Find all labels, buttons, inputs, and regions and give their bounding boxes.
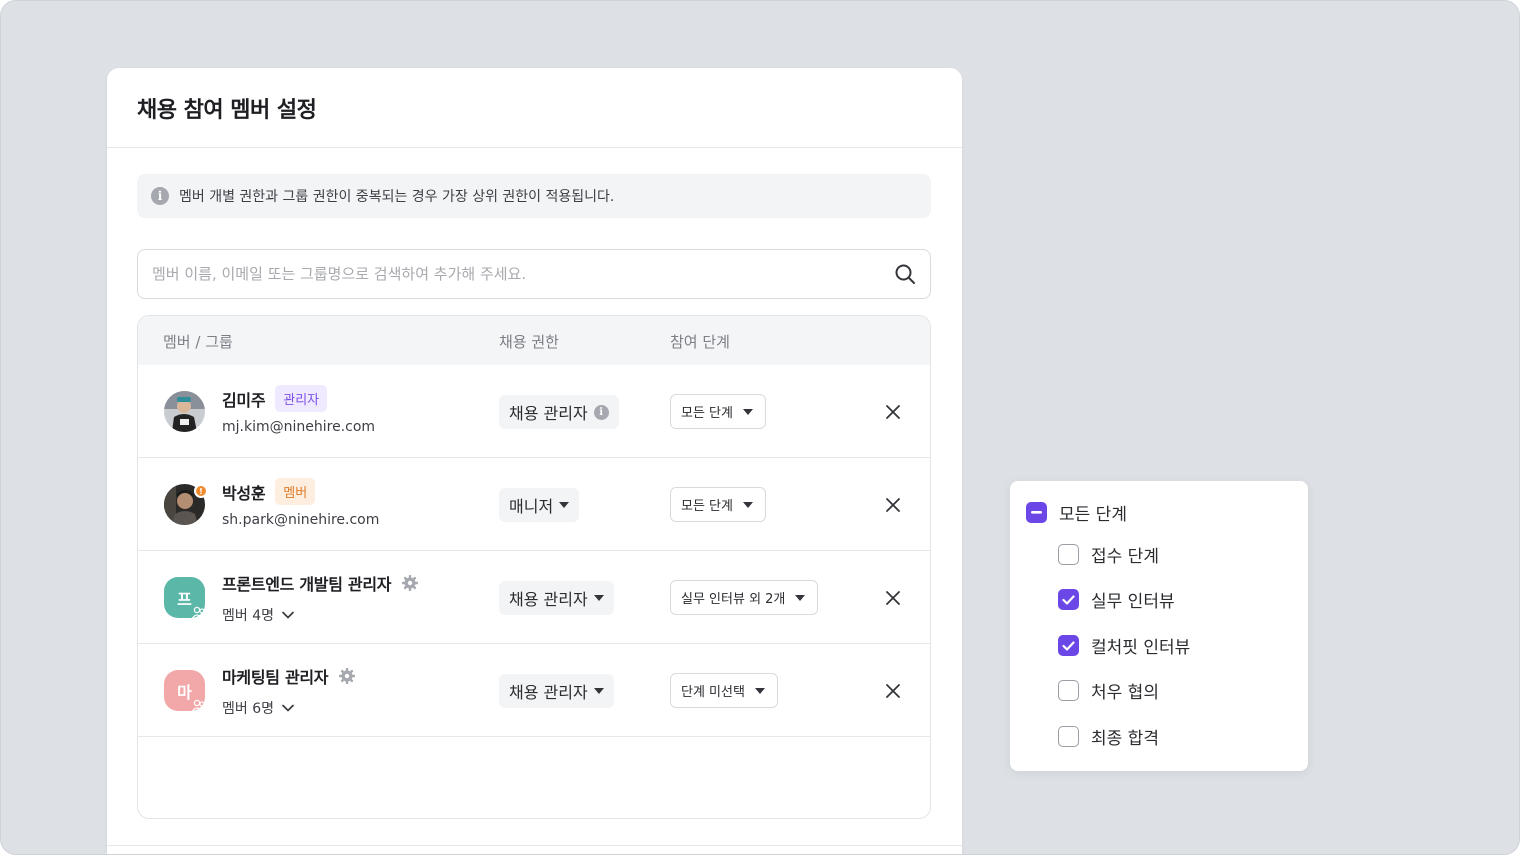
table-row: ! 박성훈 멤버 sh.park@ninehire.com 매니저 모든 단계: [138, 458, 930, 551]
member-search: [137, 249, 931, 299]
stage-option[interactable]: 처우 협의: [1058, 678, 1159, 703]
member-name: 박성훈: [222, 483, 266, 503]
role-label: 채용 관리자: [509, 404, 588, 423]
admin-badge: 관리자: [275, 385, 328, 412]
indeterminate-checkbox-icon[interactable]: [1026, 502, 1047, 523]
stage-select[interactable]: 모든 단계: [670, 394, 766, 429]
group-avatar-letter: 마: [177, 682, 192, 702]
stage-option-label: 컬처핏 인터뷰: [1091, 638, 1191, 658]
group-avatar-letter: 프: [177, 589, 192, 609]
caret-down-icon: [593, 688, 604, 694]
member-name-line: 김미주 관리자: [222, 385, 328, 412]
stage-dropdown-menu: 모든 단계 접수 단계 실무 인터뷰 컬처핏 인터뷰 처우 협의 최종 합격: [1010, 481, 1308, 771]
member-table: 멤버 / 그룹 채용 권한 참여 단계 김미주 관리자 mj.kim@nineh…: [137, 315, 931, 819]
search-input[interactable]: [152, 265, 894, 283]
member-email: sh.park@ninehire.com: [222, 512, 380, 528]
group-avatar: 프: [164, 577, 207, 619]
remove-icon[interactable]: [884, 589, 902, 607]
stage-option[interactable]: 컬처핏 인터뷰: [1058, 633, 1190, 658]
footer-divider: [107, 845, 962, 846]
app-frame: 채용 참여 멤버 설정 i 멤버 개별 권한과 그룹 권한이 중복되는 경우 가…: [0, 0, 1520, 855]
checked-checkbox-icon[interactable]: [1058, 589, 1079, 610]
stage-label: 단계 미선택: [681, 685, 745, 700]
stage-label: 모든 단계: [681, 499, 733, 514]
role-label: 매니저: [509, 497, 554, 516]
group-avatar: 마: [164, 670, 207, 712]
stage-option[interactable]: 최종 합격: [1058, 724, 1159, 749]
group-name-line: 마케팅팀 관리자: [222, 664, 356, 688]
remove-icon[interactable]: [884, 496, 902, 514]
notice-text: 멤버 개별 권한과 그룹 권한이 중복되는 경우 가장 상위 권한이 적용됩니다…: [179, 189, 615, 205]
stage-option-label: 처우 협의: [1091, 683, 1159, 703]
table-row: 김미주 관리자 mj.kim@ninehire.com 채용 관리자 i 모든 …: [138, 365, 930, 458]
checkbox-icon[interactable]: [1058, 544, 1079, 565]
header-stage: 참여 단계: [670, 333, 730, 351]
header-member: 멤버 / 그룹: [163, 333, 233, 351]
checkbox-icon[interactable]: [1058, 680, 1079, 701]
info-icon[interactable]: i: [593, 404, 609, 420]
member-name: 김미주: [222, 390, 266, 410]
stage-option-label: 모든 단계: [1059, 505, 1127, 525]
stage-option[interactable]: 실무 인터뷰: [1058, 587, 1175, 612]
table-row: 프 프론트엔드 개발팀 관리자 멤버 4명 채용 관리자 실무 인터뷰 외 2개: [138, 551, 930, 644]
caret-down-icon: [559, 502, 570, 508]
group-icon: [191, 699, 207, 712]
stage-label: 실무 인터뷰 외 2개: [681, 592, 786, 607]
member-count-label: 멤버 4명: [222, 608, 274, 624]
group-name: 마케팅팀 관리자: [222, 668, 329, 687]
caret-down-icon: [742, 501, 753, 508]
stage-select[interactable]: 실무 인터뷰 외 2개: [670, 580, 819, 615]
caret-down-icon: [795, 594, 806, 601]
info-icon: i: [151, 187, 169, 205]
caret-down-icon: [754, 687, 765, 694]
stage-label: 모든 단계: [681, 406, 733, 421]
search-icon[interactable]: [894, 263, 916, 285]
group-name: 프론트엔드 개발팀 관리자: [222, 575, 392, 594]
member-email: mj.kim@ninehire.com: [222, 419, 376, 435]
stage-option[interactable]: 접수 단계: [1058, 542, 1159, 567]
modal-title: 채용 참여 멤버 설정: [137, 97, 317, 123]
chevron-down-icon: [282, 704, 294, 712]
gear-icon[interactable]: [401, 574, 419, 592]
member-settings-modal: 채용 참여 멤버 설정 i 멤버 개별 권한과 그룹 권한이 중복되는 경우 가…: [107, 68, 962, 854]
stage-option-all[interactable]: 모든 단계: [1026, 500, 1127, 525]
group-icon: [191, 606, 207, 619]
permission-notice: i 멤버 개별 권한과 그룹 권한이 중복되는 경우 가장 상위 권한이 적용됩…: [137, 174, 931, 218]
chevron-down-icon: [282, 611, 294, 619]
caret-down-icon: [593, 595, 604, 601]
remove-icon[interactable]: [884, 682, 902, 700]
stage-select[interactable]: 단계 미선택: [670, 673, 778, 708]
checked-checkbox-icon[interactable]: [1058, 635, 1079, 656]
role-label: 채용 관리자: [509, 590, 588, 609]
role-select[interactable]: 채용 관리자: [499, 674, 614, 708]
alert-badge-icon: !: [194, 484, 208, 498]
stage-option-label: 최종 합격: [1091, 729, 1159, 749]
stage-option-label: 실무 인터뷰: [1091, 592, 1175, 612]
group-name-line: 프론트엔드 개발팀 관리자: [222, 571, 419, 595]
member-name-line: 박성훈 멤버: [222, 478, 316, 505]
role-select[interactable]: 채용 관리자: [499, 581, 614, 615]
table-header: 멤버 / 그룹 채용 권한 참여 단계: [138, 316, 930, 365]
remove-icon[interactable]: [884, 403, 902, 421]
member-count-label: 멤버 6명: [222, 701, 274, 717]
group-member-count[interactable]: 멤버 4명: [222, 605, 294, 625]
role-display: 채용 관리자 i: [499, 395, 619, 429]
stage-select[interactable]: 모든 단계: [670, 487, 766, 522]
avatar: [164, 391, 205, 432]
checkbox-icon[interactable]: [1058, 726, 1079, 747]
role-label: 채용 관리자: [509, 683, 588, 702]
table-row: 마 마케팅팀 관리자 멤버 6명 채용 관리자 단계 미선택: [138, 644, 930, 737]
member-badge: 멤버: [275, 478, 316, 505]
header-role: 채용 권한: [499, 333, 559, 351]
gear-icon[interactable]: [338, 667, 356, 685]
stage-option-label: 접수 단계: [1091, 547, 1159, 567]
role-select[interactable]: 매니저: [499, 488, 580, 522]
caret-down-icon: [742, 408, 753, 415]
modal-header: 채용 참여 멤버 설정: [107, 68, 962, 148]
group-member-count[interactable]: 멤버 6명: [222, 698, 294, 718]
